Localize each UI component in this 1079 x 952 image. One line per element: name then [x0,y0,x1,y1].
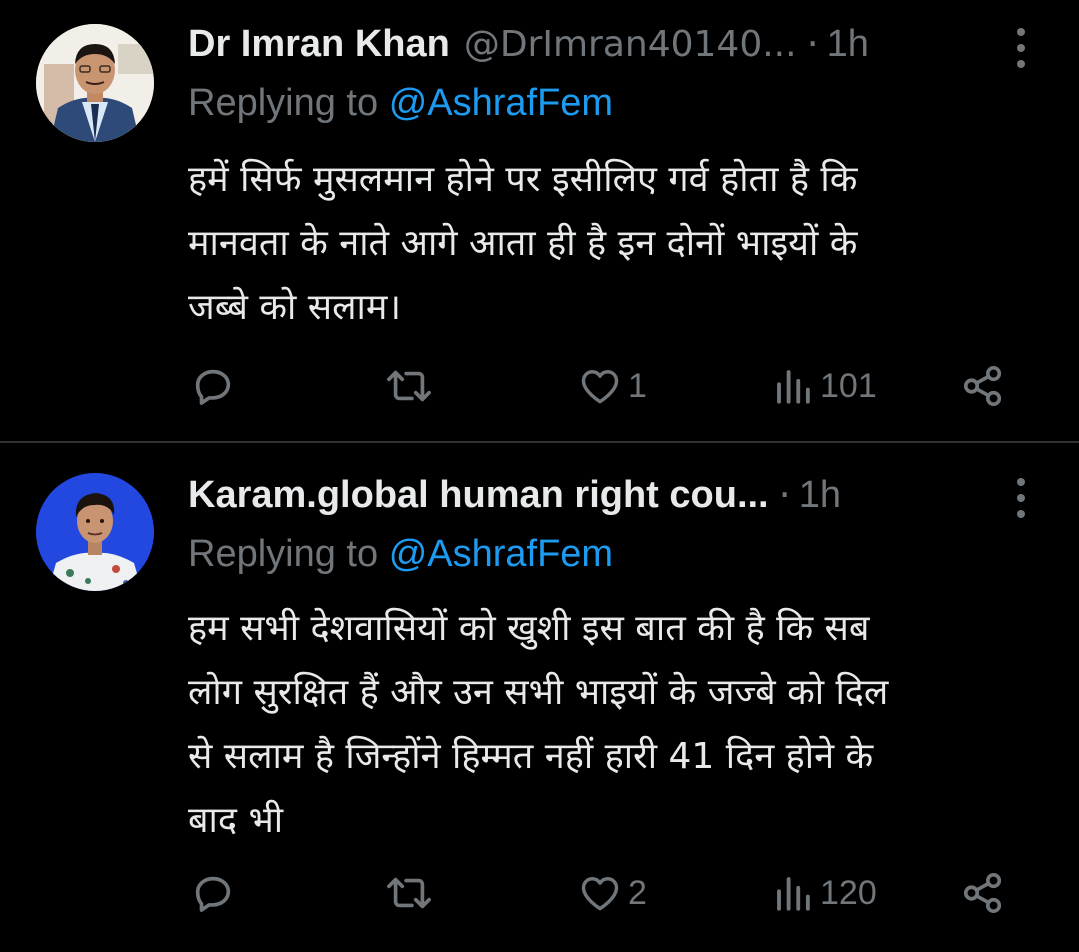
reply-icon [195,876,231,912]
tweet-text: हम सभी देशवासियों को खुशी इस बात की है क… [188,597,1038,853]
separator-dot: · [806,22,819,66]
share-button[interactable] [960,356,1006,416]
action-bar: 1 101 [188,356,1018,416]
share-icon [963,872,1002,914]
tweet-text-line: से सलाम है जिन्होंने हिम्मत नहीं हारी 41… [188,736,874,777]
like-button[interactable]: 2 [578,863,647,923]
timestamp[interactable]: 1h [799,474,841,517]
tweet-text-line: हम सभी देशवासियों को खुशी इस बात की है क… [188,608,870,649]
retweet-icon [387,370,431,402]
reply-button[interactable] [190,356,236,416]
like-icon [581,369,619,404]
avatar[interactable] [36,473,154,591]
tweet-text-line: जब्बे को सलाम। [188,287,402,328]
share-button[interactable] [960,863,1006,923]
tweet-header: Karam.global human right cou... · 1h [188,469,989,521]
author-handle[interactable]: @DrImran40140... [464,24,797,65]
reply-mention-link[interactable]: @AshrafFem [389,533,613,575]
tweet-text-line: मानवता के नाते आगे आता ही है इन दोनों भा… [188,223,858,264]
timestamp[interactable]: 1h [827,23,869,66]
tweet-card[interactable]: Karam.global human right cou... · 1h Rep… [0,443,1079,952]
like-icon [581,876,619,911]
author-name[interactable]: Dr Imran Khan [188,23,450,66]
tweet-card[interactable]: Dr Imran Khan @DrImran40140... · 1h Repl… [0,0,1079,442]
views-icon [777,877,810,911]
like-button[interactable]: 1 [578,356,647,416]
replying-to: Replying to @AshrafFem [188,533,613,576]
more-icon[interactable] [1009,478,1033,518]
tweet-header: Dr Imran Khan @DrImran40140... · 1h [188,18,989,70]
reply-mention-link[interactable]: @AshrafFem [389,82,613,124]
views-icon [777,370,810,404]
views-count: 120 [820,873,877,912]
reply-feed: Dr Imran Khan @DrImran40140... · 1h Repl… [0,0,1079,952]
separator-dot: · [778,473,791,517]
replying-to-label: Replying to [188,533,379,575]
share-icon [963,365,1002,407]
views-count: 101 [820,366,877,405]
like-count: 1 [628,366,647,405]
replying-to-label: Replying to [188,82,379,124]
retweet-icon [387,877,431,909]
action-bar: 2 120 [188,863,1018,923]
views-button[interactable]: 120 [772,863,877,923]
replying-to: Replying to @AshrafFem [188,82,613,125]
tweet-text-line: बाद भी [188,800,284,841]
avatar[interactable] [36,24,154,142]
like-count: 2 [628,873,647,912]
reply-icon [195,369,231,405]
retweet-button[interactable] [384,356,434,416]
author-name[interactable]: Karam.global human right cou... [188,474,769,517]
retweet-button[interactable] [384,863,434,923]
tweet-text: हमें सिर्फ मुसलमान होने पर इसीलिए गर्व ह… [188,148,1038,340]
tweet-text-line: लोग सुरक्षित हैं और उन सभी भाइयों के जज्… [188,672,889,713]
reply-button[interactable] [190,863,236,923]
views-button[interactable]: 101 [772,356,877,416]
more-icon[interactable] [1009,28,1033,68]
tweet-text-line: हमें सिर्फ मुसलमान होने पर इसीलिए गर्व ह… [188,159,858,200]
